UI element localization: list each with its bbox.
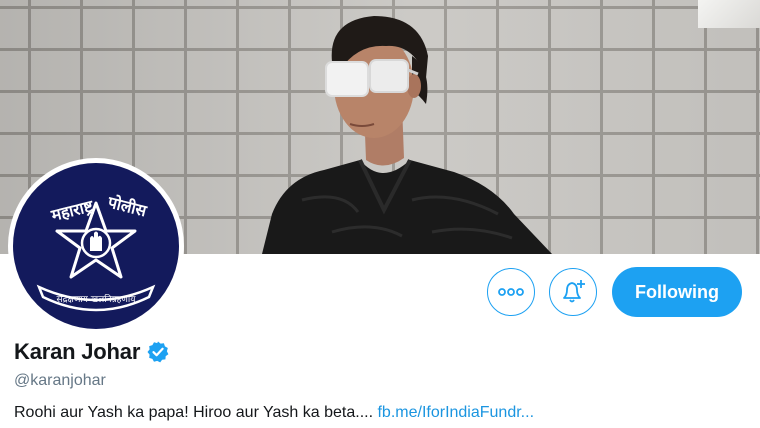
svg-text:पोलीस: पोलीस xyxy=(105,192,150,220)
more-options-button[interactable] xyxy=(487,268,535,316)
notifications-button[interactable] xyxy=(549,268,597,316)
following-button[interactable]: Following xyxy=(612,267,742,317)
more-icon xyxy=(498,288,524,296)
bio-text: Roohi aur Yash ka papa! Hiroo aur Yash k… xyxy=(14,404,378,421)
bio-link[interactable]: fb.me/IforIndiaFundr... xyxy=(377,404,534,421)
bell-plus-icon xyxy=(563,280,585,303)
name-row: Karan Johar xyxy=(14,339,170,365)
display-name: Karan Johar xyxy=(14,339,141,364)
user-handle: @karanjohar xyxy=(14,372,106,389)
banner-corner-light xyxy=(698,0,760,28)
profile-avatar[interactable]: महाराष्ट्र पोलीस सद्रक्षणाय खलनिग्रहणाय xyxy=(8,158,184,334)
profile-bio: Roohi aur Yash ka papa! Hiroo aur Yash k… xyxy=(14,404,534,422)
verified-badge-icon xyxy=(147,341,169,363)
svg-text:सद्रक्षणाय खलनिग्रहणाय: सद्रक्षणाय खलनिग्रहणाय xyxy=(57,293,137,305)
banner-person-photo xyxy=(262,16,552,254)
police-emblem-logo: महाराष्ट्र पोलीस सद्रक्षणाय खलनिग्रहणाय xyxy=(13,163,179,329)
